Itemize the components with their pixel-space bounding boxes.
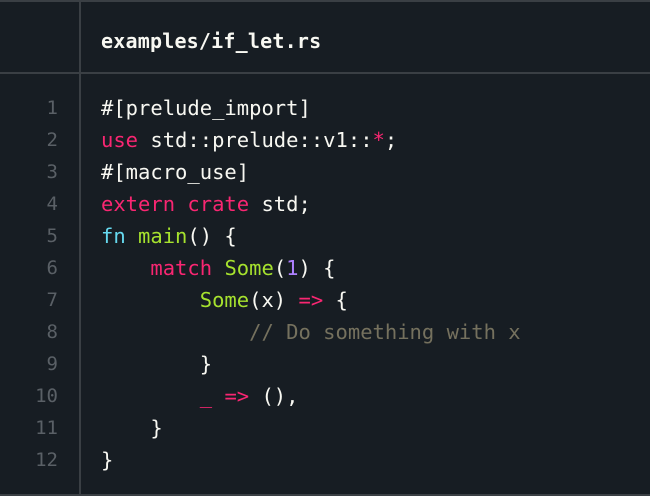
code-token: _ <box>199 384 213 408</box>
code-line: 2 use std::prelude::v1::*; <box>0 124 650 156</box>
line-number: 12 <box>35 449 58 471</box>
code-token: match <box>150 256 213 280</box>
code-text: } <box>101 412 163 444</box>
code-token: { <box>323 288 348 312</box>
line-number: 7 <box>46 289 58 311</box>
line-number: 2 <box>46 129 58 151</box>
code-token: ; <box>384 128 398 152</box>
code-token: } <box>101 448 114 472</box>
code-text: #[prelude_import] <box>101 92 311 124</box>
code-token: } <box>101 352 213 376</box>
code-line: 10 _ => (), <box>0 380 650 412</box>
code-line: 4 extern crate std; <box>0 188 650 220</box>
code-token: (), <box>249 384 299 408</box>
code-text: } <box>101 348 212 380</box>
code-token: () { <box>187 224 237 248</box>
code-block: 1 #[prelude_import]2 use std::prelude::v1:… <box>0 92 650 476</box>
code-text: // Do something with x <box>101 316 521 348</box>
code-token: ( <box>273 256 287 280</box>
code-text: _ => (), <box>101 380 299 412</box>
line-number: 9 <box>46 353 58 375</box>
code-line: 12} <box>0 444 650 476</box>
code-token: main <box>138 224 188 248</box>
code-token: Some <box>224 256 274 280</box>
code-token: => <box>298 288 324 312</box>
code-token: (x) <box>249 288 299 312</box>
code-line: 5 fn main() { <box>0 220 650 252</box>
code-token: fn <box>101 224 126 248</box>
code-text: match Some(1) { <box>101 252 336 284</box>
code-token: * <box>372 128 385 152</box>
code-token: => <box>224 384 250 408</box>
code-text: } <box>101 444 113 476</box>
line-number: 5 <box>46 225 58 247</box>
code-token: // Do something with x <box>249 320 521 344</box>
code-token: 1 <box>286 256 299 280</box>
line-number: 4 <box>46 193 58 215</box>
code-text: #[macro_use] <box>101 156 249 188</box>
line-number: 1 <box>46 97 58 119</box>
code-token: use <box>101 128 139 152</box>
line-number: 11 <box>35 417 58 439</box>
line-number: 6 <box>46 257 58 279</box>
code-text: Some(x) => { <box>101 284 348 316</box>
header-divider <box>0 72 650 74</box>
code-token: #[macro_use] <box>101 160 250 184</box>
code-text: extern crate std; <box>101 188 311 220</box>
code-line: 6 match Some(1) { <box>0 252 650 284</box>
file-name-title: examples/if_let.rs <box>101 29 322 53</box>
line-number: 3 <box>46 161 58 183</box>
code-viewer: examples/if_let.rs 1 #[prelude_import] 2 us… <box>0 0 650 496</box>
code-line: 8 // Do something with x <box>0 316 650 348</box>
code-token: std::prelude::v1:: <box>138 128 373 152</box>
code-line: 7 Some(x) => { <box>0 284 650 316</box>
code-token: std; <box>249 192 311 216</box>
line-number: 8 <box>46 321 58 343</box>
code-token: #[prelude_import] <box>101 96 311 120</box>
code-token: crate <box>187 192 250 216</box>
code-line: 9 } <box>0 348 650 380</box>
code-line: 11 } <box>0 412 650 444</box>
code-text: use std::prelude::v1::*; <box>101 124 397 156</box>
code-line: 3 #[macro_use] <box>0 156 650 188</box>
code-token: Some <box>199 288 250 312</box>
code-text: fn main() { <box>101 220 237 252</box>
code-token: extern <box>101 192 176 216</box>
code-line: 1 #[prelude_import] <box>0 92 650 124</box>
line-number: 10 <box>35 385 58 407</box>
code-token: ) { <box>298 256 336 280</box>
code-token: } <box>101 416 163 440</box>
